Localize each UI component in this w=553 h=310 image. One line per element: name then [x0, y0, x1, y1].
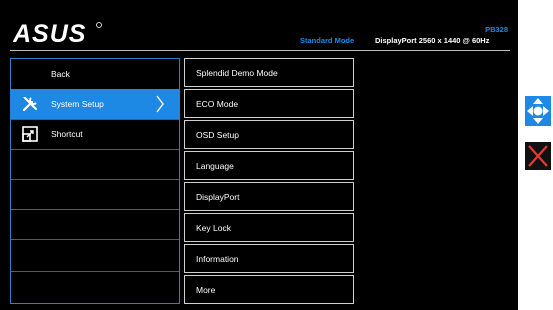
menu-item-empty: [11, 209, 179, 239]
menu-item-back[interactable]: Back: [11, 59, 179, 89]
menu-item-label: System Setup: [51, 99, 104, 109]
submenu-item-label: More: [196, 284, 216, 295]
navigate-5way-icon: [527, 98, 549, 124]
menu-item-empty: [11, 179, 179, 209]
submenu-item-splendid-demo-mode[interactable]: Splendid Demo Mode: [184, 58, 354, 87]
main-menu-panel: Back System Setup Shortcut: [10, 58, 180, 304]
submenu-item-label: OSD Setup: [196, 129, 239, 140]
submenu-item-displayport[interactable]: DisplayPort: [184, 182, 354, 211]
menu-item-label: Shortcut: [51, 129, 83, 139]
menu-item-empty: [11, 271, 179, 301]
current-mode: Standard Mode: [300, 36, 355, 45]
submenu-item-label: Information: [196, 253, 239, 264]
wrench-screwdriver-icon: [22, 97, 37, 112]
sub-menu-panel: Splendid Demo Mode ECO Mode OSD Setup La…: [184, 58, 354, 304]
chevron-right-icon: [156, 95, 164, 113]
submenu-item-label: ECO Mode: [196, 98, 239, 109]
menu-item-label: Back: [51, 69, 70, 79]
submenu-item-label: Language: [196, 160, 234, 171]
submenu-item-information[interactable]: Information: [184, 244, 354, 273]
model-name: PB328: [485, 25, 508, 34]
submenu-item-label: Splendid Demo Mode: [196, 67, 278, 78]
menu-item-empty: [11, 239, 179, 269]
input-signal: DisplayPort 2560 x 1440 @ 60Hz: [375, 36, 490, 45]
svg-text:ASUS: ASUS: [13, 20, 86, 46]
asus-logo: ASUS: [13, 20, 102, 46]
close-button[interactable]: [525, 142, 551, 170]
submenu-item-label: DisplayPort: [196, 191, 240, 202]
submenu-item-more[interactable]: More: [184, 275, 354, 304]
menu-item-system-setup[interactable]: System Setup: [11, 89, 179, 119]
menu-item-empty: [11, 149, 179, 179]
header-divider: [10, 50, 510, 51]
submenu-item-key-lock[interactable]: Key Lock: [184, 213, 354, 242]
navigate-button[interactable]: [525, 96, 551, 126]
submenu-item-language[interactable]: Language: [184, 151, 354, 180]
menu-item-shortcut[interactable]: Shortcut: [11, 119, 179, 149]
submenu-item-eco-mode[interactable]: ECO Mode: [184, 89, 354, 118]
submenu-item-label: Key Lock: [196, 222, 231, 233]
submenu-item-osd-setup[interactable]: OSD Setup: [184, 120, 354, 149]
close-icon: [528, 145, 548, 167]
osd-window: ASUS PB328 Standard Mode DisplayPort 256…: [0, 0, 518, 310]
shortcut-icon: [22, 126, 38, 142]
